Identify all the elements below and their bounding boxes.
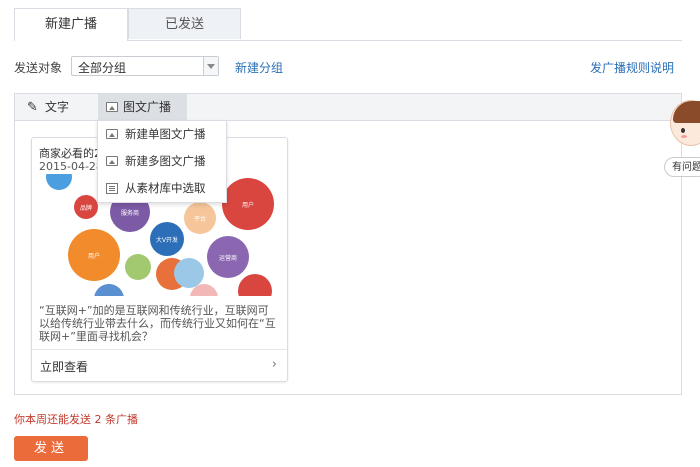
cover-bubble: 用户 (68, 229, 120, 281)
mascot-cheek (681, 135, 687, 138)
remaining-suffix: 条广播 (105, 413, 138, 426)
mascot-hair (673, 101, 700, 123)
chevron-down-icon[interactable] (203, 57, 218, 75)
news-tab[interactable]: 图文广播 (98, 94, 187, 120)
tab-sent[interactable]: 已发送 (128, 8, 241, 39)
menu-item-from-library[interactable]: 从素材库中选取 (98, 175, 226, 202)
cover-bubble: 运营商 (207, 236, 249, 278)
menu-item-label: 新建单图文广播 (125, 127, 206, 141)
send-button[interactable]: 发送 (14, 436, 88, 461)
text-tab[interactable]: ✎ 文字 (27, 98, 69, 116)
card-date: 2015-04-28 (39, 160, 103, 173)
cover-bubble: 大V开发 (150, 222, 184, 256)
pencil-icon: ✎ (27, 100, 38, 115)
cover-bubble (125, 254, 151, 280)
recipient-row: 发送对象 全部分组 新建分组 发广播规则说明 (14, 56, 680, 78)
cover-bubble: 用户 (222, 178, 274, 230)
cover-bubble: 品牌 (74, 195, 98, 219)
remaining-quota-text: 你本周还能发送 2 条广播 (14, 411, 138, 427)
read-more-link[interactable]: 立即查看 (40, 358, 88, 375)
recipient-group-value: 全部分组 (78, 61, 127, 75)
news-type-dropdown: 新建单图文广播 新建多图文广播 从素材库中选取 (97, 120, 227, 203)
remaining-count: 2 (94, 413, 102, 426)
menu-item-label: 从素材库中选取 (125, 181, 206, 195)
card-description: “互联网+”加的是互联网和传统行业，互联网可以给传统行业带去什么，而传统行业又如… (39, 304, 276, 343)
cover-bubble (46, 174, 72, 190)
chevron-right-icon: › (271, 357, 277, 372)
mascot-eye (681, 128, 685, 133)
recipient-label: 发送对象 (14, 61, 63, 75)
cover-bubble (238, 274, 272, 296)
remaining-prefix: 你本周还能发送 (14, 413, 91, 426)
cover-bubble (94, 284, 124, 296)
broadcast-rules-link[interactable]: 发广播规则说明 (590, 59, 674, 76)
text-tab-label: 文字 (45, 100, 70, 114)
news-tab-label: 图文广播 (123, 100, 172, 114)
card-footer[interactable]: 立即查看 › (32, 349, 287, 381)
recipient-group-select[interactable]: 全部分组 (71, 56, 219, 76)
menu-item-new-single-news[interactable]: 新建单图文广播 (98, 121, 226, 148)
menu-item-label: 新建多图文广播 (125, 154, 206, 168)
mascot-face (670, 100, 700, 146)
new-group-link[interactable]: 新建分组 (235, 59, 283, 76)
image-icon (106, 129, 118, 139)
image-icon (106, 102, 118, 112)
editor-toolbar: ✎ 文字 图文广播 (15, 94, 681, 121)
tab-new-broadcast[interactable]: 新建广播 (14, 8, 128, 41)
menu-item-new-multi-news[interactable]: 新建多图文广播 (98, 148, 226, 175)
cover-bubble: 平台 (184, 202, 216, 234)
list-icon (106, 183, 118, 194)
help-bubble[interactable]: 有问题 (664, 157, 700, 177)
broadcast-tabs: 新建广播 已发送 (14, 8, 682, 41)
image-icon (106, 156, 118, 166)
